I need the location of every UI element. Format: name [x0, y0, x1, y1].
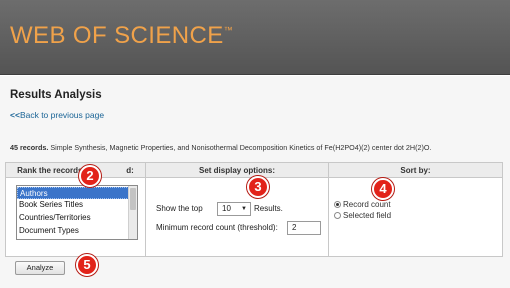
rank-field-option-document-types[interactable]: Document Types [17, 225, 129, 237]
rank-field-option-authors[interactable]: Authors [17, 187, 129, 199]
selected-field-radio[interactable] [334, 212, 341, 219]
dropdown-caret-icon: ▼ [241, 206, 247, 212]
callout-marker-5: 5 [76, 254, 98, 276]
record-query-title: Simple Synthesis, Magnetic Properties, a… [50, 143, 432, 152]
scrollbar-thumb[interactable] [130, 188, 136, 210]
back-link-label: Back to previous page [19, 110, 105, 120]
threshold-input[interactable]: 2 [287, 221, 321, 235]
site-logo-text: WEB OF SCIENCE [10, 22, 224, 49]
records-summary: 45 records. Simple Synthesis, Magnetic P… [10, 143, 505, 152]
page-title: Results Analysis [10, 89, 102, 101]
record-count-label: Record count [343, 200, 391, 209]
rank-field-option-countries-territories[interactable]: Countries/Territories [17, 212, 129, 224]
site-banner: WEB OF SCIENCE™ [0, 0, 510, 75]
rank-header-label-end: d: [126, 166, 134, 175]
record-count: 45 records. [10, 143, 49, 152]
selected-field-label: Selected field [343, 211, 392, 220]
listbox-scrollbar[interactable] [128, 186, 137, 239]
callout-marker-4: 4 [372, 178, 394, 200]
rank-field-listbox[interactable]: Authors Book Series Titles Countries/Ter… [16, 185, 138, 240]
display-options-header: Set display options: [146, 163, 328, 178]
rank-column: Rank the records by d: Authors Book Seri… [6, 163, 146, 256]
top-results-value: 10 [222, 204, 231, 213]
back-to-previous-page-link[interactable]: <<Back to previous page [10, 110, 104, 120]
sort-column: Sort by: Record count Selected field [329, 163, 502, 256]
results-suffix-label: Results. [254, 204, 283, 213]
top-results-select[interactable]: 10 ▼ [217, 202, 251, 216]
analyze-button[interactable]: Analyze [15, 261, 65, 275]
display-options-column: Set display options: Show the top 10 ▼ R… [146, 163, 329, 256]
site-logo[interactable]: WEB OF SCIENCE™ [10, 22, 233, 50]
threshold-label: Minimum record count (threshold): [156, 223, 278, 232]
callout-marker-3: 3 [247, 176, 269, 198]
trademark-symbol: ™ [223, 25, 234, 35]
back-arrows: << [10, 110, 20, 120]
rank-field-option-book-series-titles[interactable]: Book Series Titles [17, 199, 129, 211]
sort-header: Sort by: [329, 163, 502, 178]
record-count-radio[interactable] [334, 201, 341, 208]
rank-header: Rank the records by d: [6, 163, 145, 178]
callout-marker-2: 2 [79, 165, 101, 187]
show-top-label: Show the top [156, 204, 203, 213]
